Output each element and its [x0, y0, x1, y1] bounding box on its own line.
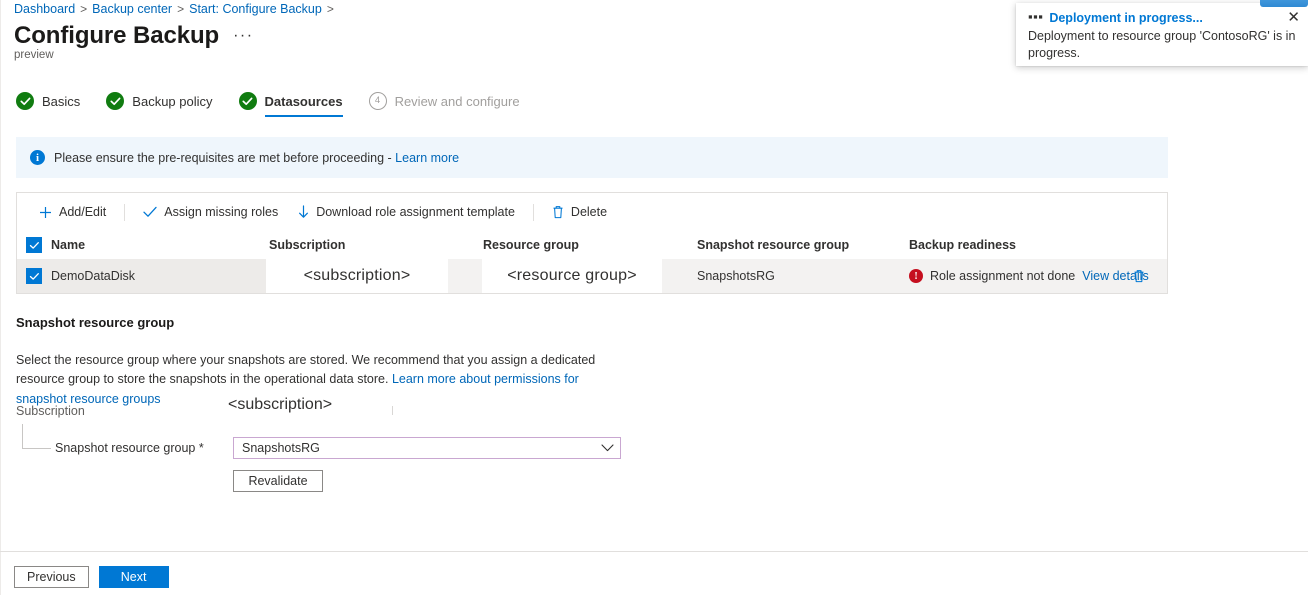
info-banner-text: Please ensure the pre-requisites are met… — [54, 151, 459, 165]
wizard-step-basics[interactable]: Basics — [16, 92, 80, 117]
delete-button[interactable]: Delete — [542, 201, 617, 223]
field-tick-mark — [392, 406, 393, 415]
toolbar-separator — [532, 203, 534, 221]
cell-snapshot-resource-group: SnapshotsRG — [697, 269, 775, 283]
plus-icon — [39, 206, 52, 219]
table-row[interactable]: DemoDataDisk SnapshotsRG ! Role assignme… — [17, 259, 1167, 293]
learn-more-link[interactable]: Learn more — [395, 151, 459, 165]
trash-icon — [552, 205, 564, 219]
next-button[interactable]: Next — [98, 566, 169, 588]
column-header-backup-readiness[interactable]: Backup readiness — [909, 238, 1167, 252]
breadcrumb-separator: > — [80, 2, 88, 16]
page-header: Configure Backup ··· — [14, 22, 254, 50]
row-delete-icon[interactable] — [1133, 269, 1145, 283]
breadcrumb-item-start-configure-backup[interactable]: Start: Configure Backup — [189, 2, 322, 16]
row-select-checkbox[interactable] — [26, 268, 42, 284]
subscription-field-label: Subscription — [16, 404, 85, 418]
info-banner-message: Please ensure the pre-requisites are met… — [54, 150, 396, 165]
revalidate-button[interactable]: Revalidate — [233, 470, 323, 492]
in-progress-dots-icon: ▪▪▪ — [1028, 8, 1044, 24]
breadcrumb-item-backup-center[interactable]: Backup center — [92, 2, 172, 16]
deployment-notification-toast: ▪▪▪ Deployment in progress... Deployment… — [1016, 0, 1308, 66]
status-badge: Role assignment not done — [930, 269, 1076, 283]
row-checkbox-cell — [17, 268, 51, 284]
redacted-subscription-value: <subscription> — [266, 259, 448, 293]
left-edge-divider — [0, 0, 1, 595]
download-arrow-icon — [298, 205, 309, 219]
add-edit-button[interactable]: Add/Edit — [29, 201, 116, 223]
wizard-step-datasources[interactable]: Datasources — [238, 92, 343, 117]
info-icon: i — [30, 150, 45, 165]
footer-divider — [0, 551, 1308, 552]
breadcrumb-separator: > — [177, 2, 185, 16]
wizard-step-label: Datasources — [264, 93, 343, 109]
toast-peek-strip — [1260, 0, 1308, 7]
close-icon[interactable]: ✕ — [1287, 10, 1300, 25]
breadcrumb-separator: > — [326, 2, 334, 16]
breadcrumb-item-dashboard[interactable]: Dashboard — [14, 2, 75, 16]
page-title: Configure Backup — [14, 22, 220, 49]
datasources-grid: Add/Edit Assign missing roles Download r… — [16, 192, 1168, 294]
wizard-steps: Basics Backup policy Datasources 4 Revie… — [16, 92, 546, 117]
assign-missing-roles-button[interactable]: Assign missing roles — [133, 201, 288, 223]
select-all-checkbox-cell — [17, 237, 51, 253]
delete-label: Delete — [570, 205, 608, 219]
grid-toolbar: Add/Edit Assign missing roles Download r… — [17, 193, 1167, 231]
download-role-assignment-template-label: Download role assignment template — [316, 205, 515, 219]
snapshot-section-title: Snapshot resource group — [16, 315, 175, 330]
backup-readiness-status: ! Role assignment not done View details — [909, 269, 1167, 283]
column-header-name[interactable]: Name — [51, 238, 269, 252]
cell-name: DemoDataDisk — [51, 269, 136, 283]
assign-missing-roles-label: Assign missing roles — [164, 205, 279, 219]
toast-title-link[interactable]: Deployment in progress... — [1049, 11, 1203, 25]
redacted-subscription-field-value: <subscription> — [228, 392, 392, 418]
more-options-icon[interactable]: ··· — [233, 27, 253, 45]
wizard-step-label: Backup policy — [132, 93, 213, 109]
prerequisites-info-banner: i Please ensure the pre-requisites are m… — [16, 137, 1168, 178]
wizard-footer: Previous Next — [14, 566, 169, 588]
check-circle-icon — [106, 92, 125, 110]
check-circle-icon — [238, 92, 257, 110]
wizard-step-review-and-configure[interactable]: 4 Review and configure — [368, 92, 520, 117]
download-role-assignment-template-button[interactable]: Download role assignment template — [288, 201, 525, 223]
add-edit-label: Add/Edit — [59, 205, 107, 219]
previous-button[interactable]: Previous — [14, 566, 89, 588]
column-header-snapshot-resource-group[interactable]: Snapshot resource group — [697, 238, 909, 252]
snapshot-resource-group-selected-value: SnapshotsRG — [242, 441, 320, 455]
preview-badge: preview — [14, 49, 54, 61]
wizard-step-backup-policy[interactable]: Backup policy — [106, 92, 213, 117]
check-circle-icon — [16, 92, 34, 110]
toast-body-text: Deployment to resource group 'ContosoRG'… — [1028, 29, 1296, 60]
column-header-resource-group[interactable]: Resource group — [483, 238, 697, 252]
step-number-icon: 4 — [368, 92, 387, 110]
snapshot-resource-group-dropdown[interactable]: SnapshotsRG — [233, 437, 621, 459]
field-tree-connector — [22, 424, 51, 449]
redacted-resource-group-value: <resource group> — [482, 259, 662, 293]
error-icon: ! — [909, 269, 923, 283]
breadcrumb: Dashboard > Backup center > Start: Configure… — [14, 2, 339, 16]
wizard-step-label: Review and configure — [394, 93, 520, 109]
checkmark-icon — [143, 206, 157, 218]
toast-header: ▪▪▪ Deployment in progress... — [1028, 8, 1296, 26]
chevron-down-icon — [601, 444, 614, 452]
grid-header-row: Name Subscription Resource group Snapsho… — [17, 231, 1167, 259]
snapshot-resource-group-field-label: Snapshot resource group * — [55, 441, 204, 455]
column-header-subscription[interactable]: Subscription — [269, 238, 483, 252]
cell-backup-readiness: ! Role assignment not done View details — [909, 269, 1167, 283]
toolbar-separator — [124, 203, 126, 221]
wizard-step-label: Basics — [42, 93, 81, 109]
select-all-checkbox[interactable] — [26, 237, 42, 253]
